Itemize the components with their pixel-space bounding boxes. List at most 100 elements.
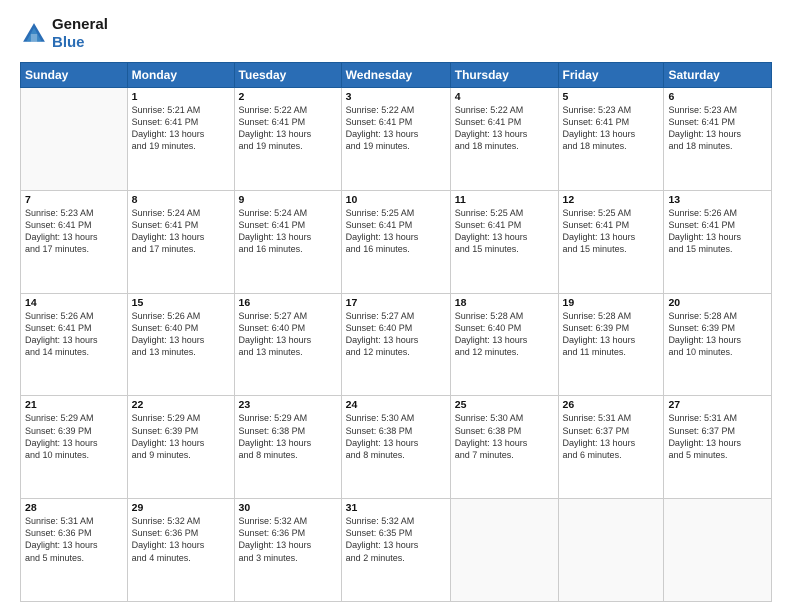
day-number: 30 (239, 502, 337, 514)
day-number: 21 (25, 399, 123, 411)
day-info: Sunrise: 5:29 AM Sunset: 6:39 PM Dayligh… (132, 412, 230, 461)
day-number: 7 (25, 194, 123, 206)
day-number: 17 (346, 297, 446, 309)
day-cell: 31Sunrise: 5:32 AM Sunset: 6:35 PM Dayli… (341, 499, 450, 602)
day-info: Sunrise: 5:28 AM Sunset: 6:40 PM Dayligh… (455, 310, 554, 359)
day-info: Sunrise: 5:32 AM Sunset: 6:35 PM Dayligh… (346, 515, 446, 564)
day-info: Sunrise: 5:23 AM Sunset: 6:41 PM Dayligh… (668, 104, 767, 153)
day-number: 8 (132, 194, 230, 206)
logo-icon (20, 20, 48, 48)
day-info: Sunrise: 5:23 AM Sunset: 6:41 PM Dayligh… (25, 207, 123, 256)
day-cell (450, 499, 558, 602)
day-cell: 22Sunrise: 5:29 AM Sunset: 6:39 PM Dayli… (127, 396, 234, 499)
day-cell: 11Sunrise: 5:25 AM Sunset: 6:41 PM Dayli… (450, 190, 558, 293)
day-cell: 19Sunrise: 5:28 AM Sunset: 6:39 PM Dayli… (558, 293, 664, 396)
week-row-4: 28Sunrise: 5:31 AM Sunset: 6:36 PM Dayli… (21, 499, 772, 602)
day-cell: 30Sunrise: 5:32 AM Sunset: 6:36 PM Dayli… (234, 499, 341, 602)
day-number: 24 (346, 399, 446, 411)
logo: General Blue (20, 16, 108, 52)
day-info: Sunrise: 5:21 AM Sunset: 6:41 PM Dayligh… (132, 104, 230, 153)
day-cell: 14Sunrise: 5:26 AM Sunset: 6:41 PM Dayli… (21, 293, 128, 396)
day-info: Sunrise: 5:30 AM Sunset: 6:38 PM Dayligh… (346, 412, 446, 461)
day-cell: 17Sunrise: 5:27 AM Sunset: 6:40 PM Dayli… (341, 293, 450, 396)
day-cell: 21Sunrise: 5:29 AM Sunset: 6:39 PM Dayli… (21, 396, 128, 499)
day-cell: 25Sunrise: 5:30 AM Sunset: 6:38 PM Dayli… (450, 396, 558, 499)
day-info: Sunrise: 5:28 AM Sunset: 6:39 PM Dayligh… (668, 310, 767, 359)
day-cell: 6Sunrise: 5:23 AM Sunset: 6:41 PM Daylig… (664, 88, 772, 191)
day-cell: 27Sunrise: 5:31 AM Sunset: 6:37 PM Dayli… (664, 396, 772, 499)
day-info: Sunrise: 5:32 AM Sunset: 6:36 PM Dayligh… (132, 515, 230, 564)
day-cell: 8Sunrise: 5:24 AM Sunset: 6:41 PM Daylig… (127, 190, 234, 293)
day-cell: 18Sunrise: 5:28 AM Sunset: 6:40 PM Dayli… (450, 293, 558, 396)
day-cell: 12Sunrise: 5:25 AM Sunset: 6:41 PM Dayli… (558, 190, 664, 293)
day-number: 22 (132, 399, 230, 411)
day-cell: 10Sunrise: 5:25 AM Sunset: 6:41 PM Dayli… (341, 190, 450, 293)
day-number: 12 (563, 194, 660, 206)
day-number: 5 (563, 91, 660, 103)
day-number: 16 (239, 297, 337, 309)
day-number: 4 (455, 91, 554, 103)
day-info: Sunrise: 5:23 AM Sunset: 6:41 PM Dayligh… (563, 104, 660, 153)
day-cell: 28Sunrise: 5:31 AM Sunset: 6:36 PM Dayli… (21, 499, 128, 602)
day-cell: 4Sunrise: 5:22 AM Sunset: 6:41 PM Daylig… (450, 88, 558, 191)
day-cell: 1Sunrise: 5:21 AM Sunset: 6:41 PM Daylig… (127, 88, 234, 191)
day-info: Sunrise: 5:30 AM Sunset: 6:38 PM Dayligh… (455, 412, 554, 461)
day-number: 1 (132, 91, 230, 103)
day-info: Sunrise: 5:24 AM Sunset: 6:41 PM Dayligh… (239, 207, 337, 256)
day-number: 13 (668, 194, 767, 206)
weekday-header-thursday: Thursday (450, 63, 558, 88)
day-number: 23 (239, 399, 337, 411)
day-number: 9 (239, 194, 337, 206)
weekday-header-wednesday: Wednesday (341, 63, 450, 88)
day-number: 15 (132, 297, 230, 309)
weekday-header-saturday: Saturday (664, 63, 772, 88)
weekday-header-monday: Monday (127, 63, 234, 88)
day-info: Sunrise: 5:32 AM Sunset: 6:36 PM Dayligh… (239, 515, 337, 564)
week-row-2: 14Sunrise: 5:26 AM Sunset: 6:41 PM Dayli… (21, 293, 772, 396)
day-number: 19 (563, 297, 660, 309)
day-cell: 5Sunrise: 5:23 AM Sunset: 6:41 PM Daylig… (558, 88, 664, 191)
day-number: 2 (239, 91, 337, 103)
day-info: Sunrise: 5:25 AM Sunset: 6:41 PM Dayligh… (563, 207, 660, 256)
day-number: 10 (346, 194, 446, 206)
day-cell: 7Sunrise: 5:23 AM Sunset: 6:41 PM Daylig… (21, 190, 128, 293)
day-number: 25 (455, 399, 554, 411)
day-info: Sunrise: 5:27 AM Sunset: 6:40 PM Dayligh… (346, 310, 446, 359)
day-info: Sunrise: 5:29 AM Sunset: 6:38 PM Dayligh… (239, 412, 337, 461)
day-info: Sunrise: 5:29 AM Sunset: 6:39 PM Dayligh… (25, 412, 123, 461)
day-cell (558, 499, 664, 602)
weekday-header-sunday: Sunday (21, 63, 128, 88)
day-info: Sunrise: 5:31 AM Sunset: 6:37 PM Dayligh… (563, 412, 660, 461)
day-cell (21, 88, 128, 191)
week-row-1: 7Sunrise: 5:23 AM Sunset: 6:41 PM Daylig… (21, 190, 772, 293)
header: General Blue (20, 16, 772, 52)
day-info: Sunrise: 5:25 AM Sunset: 6:41 PM Dayligh… (346, 207, 446, 256)
day-number: 14 (25, 297, 123, 309)
day-number: 18 (455, 297, 554, 309)
day-cell: 13Sunrise: 5:26 AM Sunset: 6:41 PM Dayli… (664, 190, 772, 293)
day-cell: 2Sunrise: 5:22 AM Sunset: 6:41 PM Daylig… (234, 88, 341, 191)
day-number: 26 (563, 399, 660, 411)
day-info: Sunrise: 5:28 AM Sunset: 6:39 PM Dayligh… (563, 310, 660, 359)
day-number: 31 (346, 502, 446, 514)
day-info: Sunrise: 5:22 AM Sunset: 6:41 PM Dayligh… (239, 104, 337, 153)
day-info: Sunrise: 5:25 AM Sunset: 6:41 PM Dayligh… (455, 207, 554, 256)
weekday-header-row: SundayMondayTuesdayWednesdayThursdayFrid… (21, 63, 772, 88)
day-number: 3 (346, 91, 446, 103)
day-cell: 9Sunrise: 5:24 AM Sunset: 6:41 PM Daylig… (234, 190, 341, 293)
day-cell: 23Sunrise: 5:29 AM Sunset: 6:38 PM Dayli… (234, 396, 341, 499)
day-cell: 15Sunrise: 5:26 AM Sunset: 6:40 PM Dayli… (127, 293, 234, 396)
day-info: Sunrise: 5:31 AM Sunset: 6:36 PM Dayligh… (25, 515, 123, 564)
day-number: 11 (455, 194, 554, 206)
day-info: Sunrise: 5:27 AM Sunset: 6:40 PM Dayligh… (239, 310, 337, 359)
day-number: 29 (132, 502, 230, 514)
day-cell: 24Sunrise: 5:30 AM Sunset: 6:38 PM Dayli… (341, 396, 450, 499)
calendar: SundayMondayTuesdayWednesdayThursdayFrid… (20, 62, 772, 602)
day-cell (664, 499, 772, 602)
day-number: 27 (668, 399, 767, 411)
day-cell: 16Sunrise: 5:27 AM Sunset: 6:40 PM Dayli… (234, 293, 341, 396)
day-info: Sunrise: 5:31 AM Sunset: 6:37 PM Dayligh… (668, 412, 767, 461)
calendar-table: SundayMondayTuesdayWednesdayThursdayFrid… (20, 62, 772, 602)
day-cell: 3Sunrise: 5:22 AM Sunset: 6:41 PM Daylig… (341, 88, 450, 191)
day-info: Sunrise: 5:26 AM Sunset: 6:41 PM Dayligh… (668, 207, 767, 256)
